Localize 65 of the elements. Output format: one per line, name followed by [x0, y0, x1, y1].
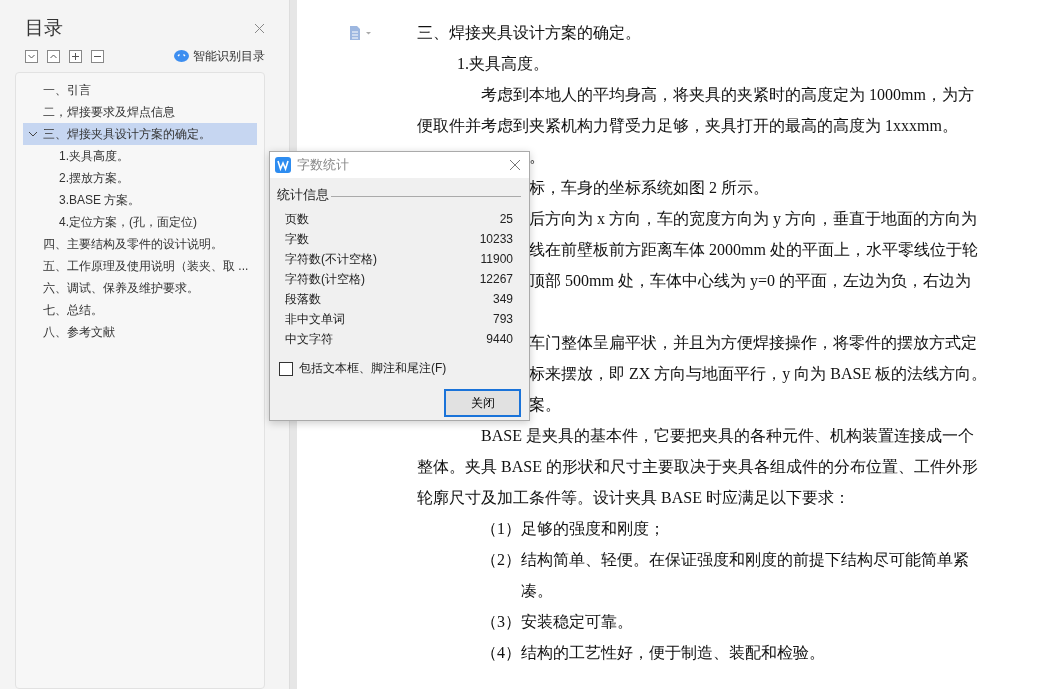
outline-item[interactable]: 六、调试、保养及维护要求。: [23, 277, 257, 299]
close-icon[interactable]: [509, 159, 521, 171]
paragraph-text: 顶部 500mm 处，车体中心线为 y=0 的平面，左边为负，右边为: [529, 272, 971, 289]
panel-title: 目录: [25, 16, 63, 40]
paragraph-text: 轮廓尺寸及加工条件等。设计夹具 BASE 时应满足以下要求：: [417, 489, 850, 506]
paragraph-text: BASE 是夹具的基本件，它要把夹具的各种元件、机构装置连接成一个: [481, 427, 974, 444]
outline-item[interactable]: 2.摆放方案。: [23, 167, 257, 189]
paragraph-text: 1.夹具高度。: [457, 55, 549, 72]
list-number: （1）: [481, 519, 521, 539]
minus-icon[interactable]: [91, 49, 104, 63]
outline-item[interactable]: 1.夹具高度。: [23, 145, 257, 167]
paragraph-text: 三、焊接夹具设计方案的确定。: [417, 24, 641, 41]
paragraph-text: 案。: [529, 396, 561, 413]
paragraph-text: 后方向为 x 方向，车的宽度方向为 y 方向，垂直于地面的方向为: [529, 210, 977, 227]
stat-value: 349: [492, 292, 513, 306]
stat-value: 793: [492, 312, 513, 326]
outline-item[interactable]: 三、焊接夹具设计方案的确定。: [23, 123, 257, 145]
stat-value: 9440: [486, 332, 513, 346]
outline-item[interactable]: 二，焊接要求及焊点信息: [23, 101, 257, 123]
stat-label: 字符数(不计空格): [285, 250, 377, 268]
list-text: 安装稳定可靠。: [521, 612, 634, 632]
stat-label: 字符数(计空格): [285, 270, 365, 288]
stat-value: 12267: [479, 272, 513, 286]
paragraph-text: 便取件并考虑到夹紧机构力臂受力足够，夹具打开的最高的高度为 1xxxmm。: [417, 117, 958, 134]
list-number: （3）: [481, 612, 521, 632]
stat-label: 字数: [285, 230, 309, 248]
stat-label: 段落数: [285, 290, 321, 308]
list-text: 结构简单、轻便。在保证强度和刚度的前提下结构尽可能简单紧凑。: [521, 550, 970, 601]
checkbox[interactable]: [279, 361, 293, 376]
stat-value: 11900: [480, 252, 513, 266]
paragraph-text: 。: [529, 148, 545, 165]
expand-icon[interactable]: [25, 49, 38, 63]
outline-item[interactable]: 一、引言: [23, 79, 257, 101]
paragraph-text: 考虑到本地人的平均身高，将夹具的夹紧时的高度定为 1000mm，为方: [481, 86, 974, 103]
outline-item[interactable]: 七、总结。: [23, 299, 257, 321]
paragraph-text: 车门整体呈扁平状，并且为方便焊接操作，将零件的摆放方式定: [529, 334, 977, 351]
stat-label: 非中文单词: [285, 310, 345, 328]
stat-label: 中文字符: [285, 330, 333, 348]
stat-value: 10233: [479, 232, 513, 246]
outline-item[interactable]: 四、主要结构及零件的设计说明。: [23, 233, 257, 255]
paragraph-text: 标，车身的坐标系统如图 2 所示。: [529, 179, 769, 196]
close-icon[interactable]: [254, 22, 265, 34]
stat-value: 25: [499, 212, 513, 226]
list-text: 足够的强度和刚度；: [521, 519, 666, 539]
outline-item[interactable]: 八、参考文献: [23, 321, 257, 343]
plus-icon[interactable]: [69, 49, 82, 63]
list-number: （2）: [481, 550, 521, 570]
outline-item[interactable]: 3.BASE 方案。: [23, 189, 257, 211]
group-label: 统计信息: [277, 186, 329, 204]
chevron-icon[interactable]: [28, 130, 38, 138]
paragraph-text: 整体。夹具 BASE 的形状和尺寸主要取决于夹具各组成件的分布位置、工件外形: [417, 458, 978, 475]
dialog-title: 字数统计: [297, 156, 350, 174]
app-logo-icon: [275, 157, 291, 173]
checkbox-label: 包括文本框、脚注和尾注(F): [299, 360, 447, 377]
outline-item[interactable]: 五、工作原理及使用说明（装夹、取 ...: [23, 255, 257, 277]
paragraph-text: 标来摆放，即 ZX 方向与地面平行，y 向为 BASE 板的法线方向。: [529, 365, 988, 382]
list-text: 结构的工艺性好，便于制造、装配和检验。: [521, 643, 826, 663]
close-button[interactable]: 关闭: [444, 389, 521, 417]
collapse-icon[interactable]: [47, 49, 60, 63]
bot-icon: [174, 50, 189, 62]
outline-item[interactable]: 4.定位方案，(孔，面定位): [23, 211, 257, 233]
stat-label: 页数: [285, 210, 309, 228]
smart-toc-button[interactable]: 智能识别目录: [174, 47, 265, 65]
list-number: （4）: [481, 643, 521, 663]
paragraph-text: 线在前壁板前方距离车体 2000mm 处的平面上，水平零线位于轮: [529, 241, 978, 258]
